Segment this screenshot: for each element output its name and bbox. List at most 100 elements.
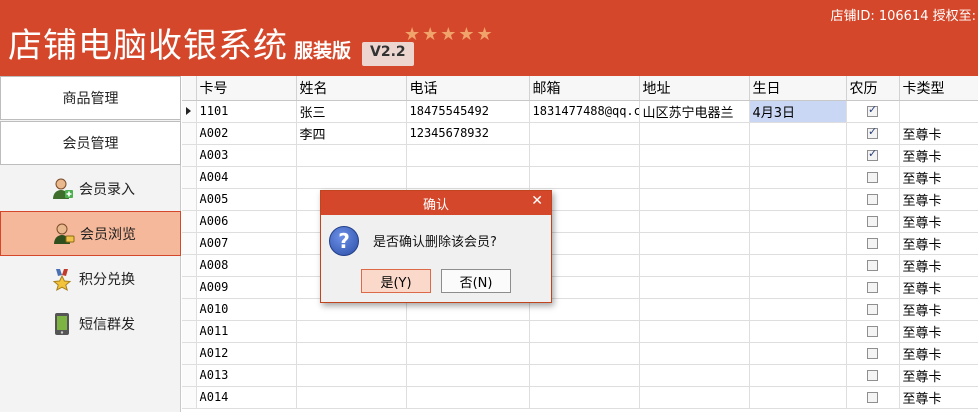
lunar-checkbox[interactable] (867, 238, 878, 249)
cell-name[interactable] (296, 386, 407, 409)
row-selector[interactable] (182, 298, 197, 321)
cell-name[interactable] (296, 320, 407, 343)
cell-card-type[interactable]: 至尊卡 (899, 254, 978, 277)
column-header[interactable]: 农历 (846, 76, 900, 101)
cell-name[interactable] (296, 342, 407, 365)
sidebar-section-members[interactable]: 会员管理 (0, 121, 181, 165)
cell-birthday[interactable] (749, 342, 847, 365)
cell-phone[interactable] (406, 320, 530, 343)
cell-card[interactable]: A010 (196, 298, 297, 321)
cell-address[interactable] (639, 254, 750, 277)
cell-birthday[interactable] (749, 210, 847, 233)
row-selector[interactable] (182, 254, 197, 277)
close-icon[interactable]: ✕ (531, 193, 543, 209)
lunar-checkbox[interactable] (867, 147, 878, 161)
column-header[interactable]: 卡号 (196, 76, 297, 101)
row-selector[interactable] (182, 210, 197, 233)
table-row[interactable]: A002李四12345678932 至尊卡 (182, 122, 978, 145)
cell-card[interactable]: A007 (196, 232, 297, 255)
sidebar-item-member-add[interactable]: 会员录入 (0, 166, 181, 211)
cell-card-type[interactable]: 至尊卡 (899, 276, 978, 299)
cell-card-type[interactable]: 至尊卡 (899, 166, 978, 189)
cell-phone[interactable] (406, 144, 530, 167)
row-selector[interactable] (182, 386, 197, 409)
cell-address[interactable] (639, 166, 750, 189)
cell-address[interactable] (639, 144, 750, 167)
cell-card-type[interactable]: 至尊卡 (899, 386, 978, 409)
table-row[interactable]: A003 至尊卡 (182, 144, 978, 167)
cell-card[interactable]: A002 (196, 122, 297, 145)
cell-birthday[interactable]: 4月3日 (749, 100, 847, 123)
yes-button[interactable]: 是(Y) (361, 269, 431, 293)
cell-card-type[interactable]: 至尊卡 (899, 342, 978, 365)
sidebar-item-member-browse[interactable]: 会员浏览 (0, 211, 181, 256)
cell-email[interactable]: 1831477488@qq.c (529, 100, 640, 123)
cell-card[interactable]: A013 (196, 364, 297, 387)
table-row[interactable]: A013 至尊卡 (182, 364, 978, 387)
row-selector[interactable] (182, 166, 197, 189)
row-selector[interactable] (182, 276, 197, 299)
cell-email[interactable] (529, 364, 640, 387)
column-header[interactable]: 地址 (639, 76, 750, 101)
cell-card-type[interactable]: 至尊卡 (899, 122, 978, 145)
cell-card-type[interactable]: 至尊卡 (899, 210, 978, 233)
lunar-checkbox[interactable] (867, 392, 878, 403)
cell-address[interactable] (639, 386, 750, 409)
cell-birthday[interactable] (749, 122, 847, 145)
table-row[interactable]: A006 至尊卡 (182, 210, 978, 233)
row-selector[interactable] (182, 100, 197, 123)
lunar-checkbox[interactable] (867, 172, 878, 183)
cell-email[interactable] (529, 386, 640, 409)
lunar-checkbox[interactable] (867, 103, 878, 117)
cell-card-type[interactable]: 至尊卡 (899, 144, 978, 167)
cell-address[interactable] (639, 298, 750, 321)
cell-card-type[interactable]: 至尊卡 (899, 298, 978, 321)
cell-birthday[interactable] (749, 144, 847, 167)
cell-card[interactable]: 1101 (196, 100, 297, 123)
cell-email[interactable] (529, 342, 640, 365)
cell-address[interactable] (639, 320, 750, 343)
cell-birthday[interactable] (749, 254, 847, 277)
cell-card-type[interactable]: 至尊卡 (899, 320, 978, 343)
cell-phone[interactable] (406, 166, 530, 189)
cell-name[interactable] (296, 144, 407, 167)
cell-address[interactable] (639, 210, 750, 233)
cell-phone[interactable]: 18475545492 (406, 100, 530, 123)
lunar-checkbox[interactable] (867, 194, 878, 205)
table-row[interactable]: A007 至尊卡 (182, 232, 978, 255)
cell-card[interactable]: A012 (196, 342, 297, 365)
lunar-checkbox[interactable] (867, 260, 878, 271)
row-selector[interactable] (182, 122, 197, 145)
cell-birthday[interactable] (749, 232, 847, 255)
cell-phone[interactable]: 12345678932 (406, 122, 530, 145)
cell-address[interactable] (639, 232, 750, 255)
cell-card[interactable]: A005 (196, 188, 297, 211)
cell-birthday[interactable] (749, 276, 847, 299)
cell-email[interactable] (529, 320, 640, 343)
cell-card-type[interactable]: 至尊卡 (899, 188, 978, 211)
cell-birthday[interactable] (749, 320, 847, 343)
cell-card[interactable]: A006 (196, 210, 297, 233)
table-row[interactable]: 1101 张三 18475545492 1831477488@qq.c 山区苏宁电器兰 4… (182, 100, 978, 123)
cell-address[interactable] (639, 364, 750, 387)
lunar-checkbox[interactable] (867, 282, 878, 293)
cell-birthday[interactable] (749, 188, 847, 211)
table-row[interactable]: A011 至尊卡 (182, 320, 978, 343)
table-row[interactable]: A012 至尊卡 (182, 342, 978, 365)
cell-address[interactable] (639, 188, 750, 211)
row-selector[interactable] (182, 342, 197, 365)
sidebar-section-products[interactable]: 商品管理 (0, 76, 181, 120)
cell-name[interactable]: 张三 (296, 100, 407, 123)
cell-card-type[interactable]: 至尊卡 (899, 232, 978, 255)
cell-card[interactable]: A003 (196, 144, 297, 167)
row-selector[interactable] (182, 320, 197, 343)
row-selector[interactable] (182, 188, 197, 211)
cell-card[interactable]: A008 (196, 254, 297, 277)
column-header[interactable]: 电话 (406, 76, 530, 101)
column-header[interactable]: 姓名 (296, 76, 407, 101)
cell-name[interactable] (296, 364, 407, 387)
cell-name[interactable]: 李四 (296, 122, 407, 145)
table-row[interactable]: A010 至尊卡 (182, 298, 978, 321)
lunar-checkbox[interactable] (867, 216, 878, 227)
cell-birthday[interactable] (749, 364, 847, 387)
